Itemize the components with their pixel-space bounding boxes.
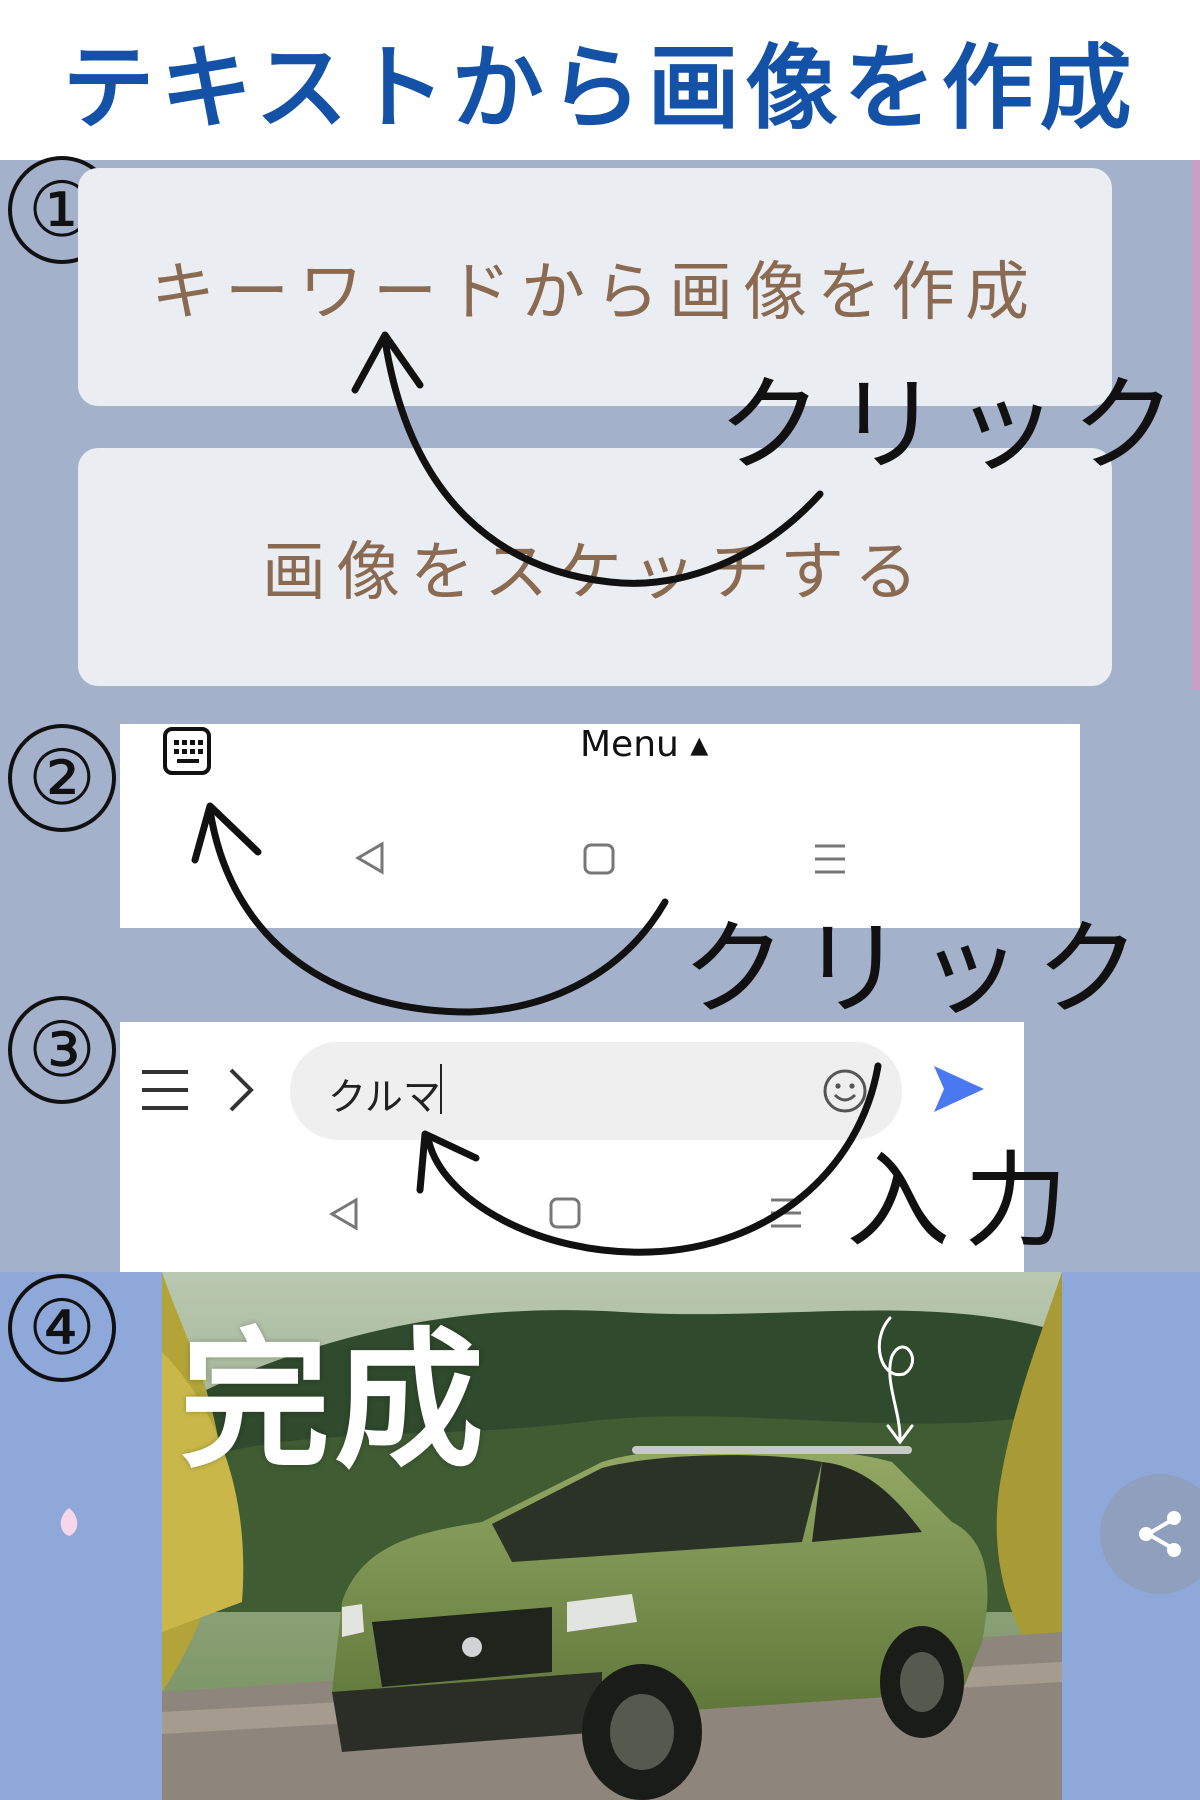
page-title: テキストから画像を作成 [62,34,1138,142]
share-icon [1139,1511,1181,1557]
click-annotation-2: クリック [682,908,1155,1030]
petal-decoration [58,1506,80,1538]
click-annotation-1: クリック [718,364,1191,486]
text-caret [440,1064,442,1114]
keyboard-icon[interactable] [162,726,212,776]
sketch-image-label: 画像をスケッチする [262,536,928,610]
step-3-marker: ③ [8,996,116,1104]
recents-lines-icon[interactable] [812,840,848,886]
generated-car-image: 完成 [162,1272,1062,1800]
home-square-icon[interactable] [548,1196,582,1234]
chat-input-value: クルマ [328,1075,441,1119]
step-2-marker: ② [8,724,116,832]
chat-input-field[interactable]: クルマ [290,1042,902,1140]
home-square-icon[interactable] [582,840,616,886]
step-4-marker: ④ [8,1274,116,1382]
keyboard-menu-toggle[interactable]: Menu ▴ [580,724,708,765]
hamburger-icon[interactable] [140,1068,190,1112]
back-triangle-icon[interactable] [326,1196,362,1236]
send-arrow-icon[interactable] [930,1062,986,1116]
completion-label: 完成 [180,1315,489,1489]
back-triangle-icon[interactable] [352,840,388,886]
side-strip [1192,160,1200,690]
smiley-icon[interactable] [822,1068,868,1114]
input-annotation: 入力 [846,1140,1083,1262]
chevron-right-icon[interactable] [226,1066,256,1114]
keyword-to-image-label: キーワードから画像を作成 [151,256,1039,330]
recents-lines-icon[interactable] [768,1196,804,1234]
